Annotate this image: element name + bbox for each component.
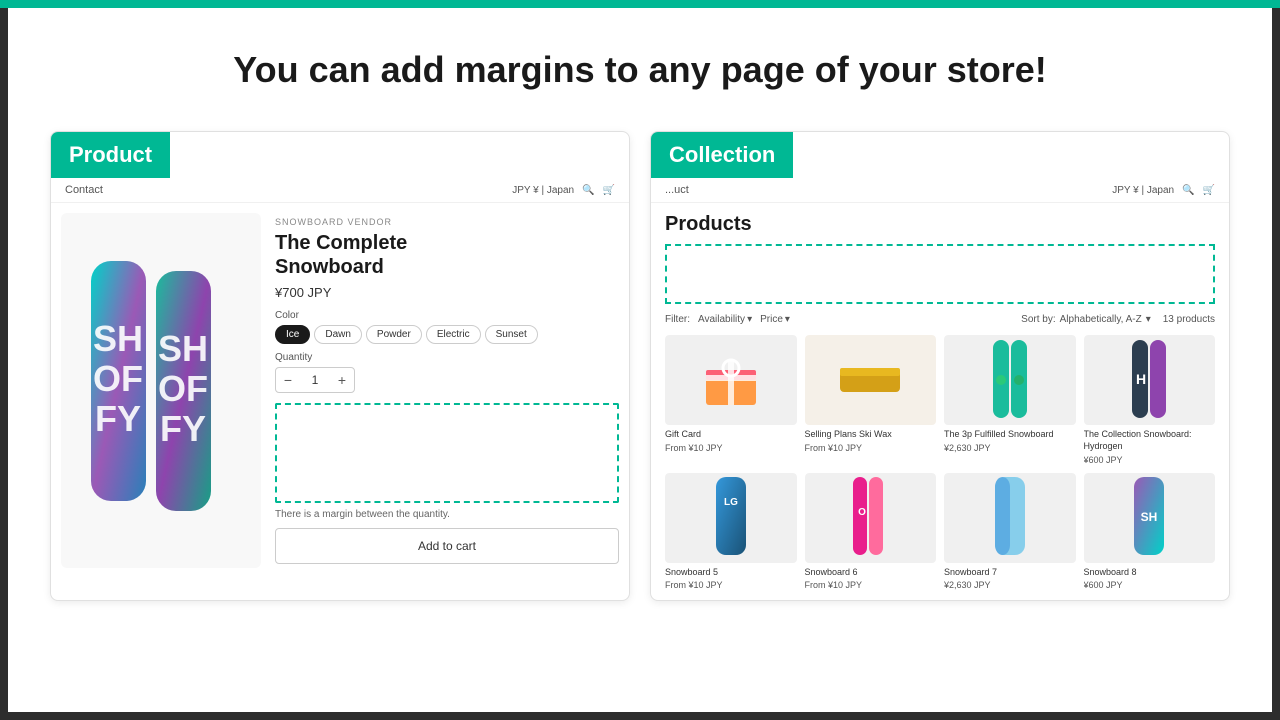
collection-title: Products	[665, 213, 1215, 236]
collection-filters: Filter: Availability ▾ Price ▾ Sort by: …	[665, 314, 1215, 325]
search-icon[interactable]: 🔍	[582, 185, 594, 196]
qty-control: − 1 +	[275, 367, 355, 393]
margin-note: There is a margin between the quantity.	[275, 509, 619, 520]
product-grid: Gift Card From ¥10 JPY Selling Plans Ski…	[665, 335, 1215, 590]
svg-text:OF: OF	[93, 358, 143, 399]
availability-chevron: ▾	[747, 314, 752, 325]
sort-group: Sort by: Alphabetically, A-Z ▾ 13 produc…	[1021, 314, 1215, 325]
collection-card: Collection ...uct JPY ¥ | Japan 🔍 🛒 Prod…	[650, 131, 1230, 601]
sb-blue-price: From ¥10 JPY	[665, 580, 797, 590]
sort-chevron: ▾	[1146, 314, 1151, 325]
color-electric[interactable]: Electric	[426, 325, 481, 344]
color-label: Color	[275, 310, 619, 321]
collection-nav: ...uct JPY ¥ | Japan 🔍 🛒	[651, 178, 1229, 203]
wax-img	[805, 335, 937, 425]
product-count: 13 products	[1163, 314, 1215, 325]
sb-light-img	[944, 473, 1076, 563]
product-image: SH OF FY SH OF FY	[76, 251, 246, 531]
grid-item-wax: Selling Plans Ski Wax From ¥10 JPY	[805, 335, 937, 464]
sort-value[interactable]: Alphabetically, A-Z	[1060, 314, 1142, 325]
color-dawn[interactable]: Dawn	[314, 325, 362, 344]
product-image-area: SH OF FY SH OF FY	[61, 213, 261, 568]
svg-text:SH: SH	[93, 318, 143, 359]
sort-label: Sort by:	[1021, 314, 1055, 325]
grid-item-sb-blue: LG Snowboard 5 From ¥10 JPY	[665, 473, 797, 591]
grid-item-sb-purple: SH Snowboard 8 ¥600 JPY	[1084, 473, 1216, 591]
availability-filter[interactable]: Availability ▾	[698, 314, 752, 325]
sb-green-name: The 3p Fulfilled Snowboard	[944, 429, 1076, 441]
collection-body: Products Filter: Availability ▾ Price ▾	[651, 203, 1229, 600]
nav-contact[interactable]: Contact	[65, 184, 103, 196]
product-badge: Product	[69, 142, 152, 167]
qty-label: Quantity	[275, 352, 619, 363]
sb-dark-name: The Collection Snowboard: Hydrogen	[1084, 429, 1216, 452]
collection-dashed-box	[665, 244, 1215, 304]
sb-pink-name: Snowboard 6	[805, 567, 937, 579]
product-card: Product Contact JPY ¥ | Japan 🔍 🛒	[50, 131, 630, 601]
gift-card-price: From ¥10 JPY	[665, 443, 797, 453]
grid-item-sb-light: Snowboard 7 ¥2,630 JPY	[944, 473, 1076, 591]
main-container: You can add margins to any page of your …	[8, 8, 1272, 712]
qty-value: 1	[300, 373, 330, 387]
add-to-cart-button[interactable]: Add to cart	[275, 528, 619, 564]
grid-item-sb-green: The 3p Fulfilled Snowboard ¥2,630 JPY	[944, 335, 1076, 464]
svg-text:LG: LG	[724, 497, 738, 508]
sb-light-price: ¥2,630 JPY	[944, 580, 1076, 590]
nav-currency[interactable]: JPY ¥ | Japan	[512, 185, 574, 196]
product-nav: Contact JPY ¥ | Japan 🔍 🛒	[51, 178, 629, 203]
vendor-label: SNOWBOARD VENDOR	[275, 217, 619, 227]
svg-text:O: O	[858, 507, 866, 518]
collection-nav-contact[interactable]: ...uct	[665, 184, 689, 196]
svg-text:FY: FY	[95, 398, 141, 439]
sb-blue-name: Snowboard 5	[665, 567, 797, 579]
product-price: ¥700 JPY	[275, 285, 619, 300]
price-chevron: ▾	[785, 314, 790, 325]
product-title: The Complete Snowboard	[275, 231, 619, 279]
sb-light-name: Snowboard 7	[944, 567, 1076, 579]
sb-purple-img: SH	[1084, 473, 1216, 563]
collection-search-icon[interactable]: 🔍	[1182, 185, 1194, 196]
svg-text:H: H	[1136, 371, 1146, 387]
sb-green-price: ¥2,630 JPY	[944, 443, 1076, 453]
page-headline: You can add margins to any page of your …	[233, 48, 1046, 91]
gift-card-name: Gift Card	[665, 429, 797, 441]
qty-decrease[interactable]: −	[276, 368, 300, 392]
sb-purple-price: ¥600 JPY	[1084, 580, 1216, 590]
svg-text:SH: SH	[1141, 510, 1158, 524]
color-sunset[interactable]: Sunset	[485, 325, 538, 344]
gift-card-img	[665, 335, 797, 425]
cart-icon[interactable]: 🛒	[603, 185, 615, 196]
sb-green-img	[944, 335, 1076, 425]
sb-dark-img: H	[1084, 335, 1216, 425]
sb-purple-name: Snowboard 8	[1084, 567, 1216, 579]
color-ice[interactable]: Ice	[275, 325, 310, 344]
price-filter[interactable]: Price ▾	[760, 314, 790, 325]
filter-label: Filter:	[665, 314, 690, 325]
svg-text:SH: SH	[158, 328, 208, 369]
product-body: SH OF FY SH OF FY SNOWBOARD VENDOR The C…	[51, 203, 629, 578]
collection-badge: Collection	[669, 142, 775, 167]
svg-text:OF: OF	[158, 368, 208, 409]
cards-row: Product Contact JPY ¥ | Japan 🔍 🛒	[50, 131, 1230, 601]
color-powder[interactable]: Powder	[366, 325, 422, 344]
sb-blue-img: LG	[665, 473, 797, 563]
margin-dashed-box	[275, 403, 619, 503]
color-options: Ice Dawn Powder Electric Sunset	[275, 325, 619, 344]
wax-name: Selling Plans Ski Wax	[805, 429, 937, 441]
sb-pink-price: From ¥10 JPY	[805, 580, 937, 590]
collection-cart-icon[interactable]: 🛒	[1203, 185, 1215, 196]
filter-group: Filter: Availability ▾ Price ▾	[665, 314, 790, 325]
sb-dark-price: ¥600 JPY	[1084, 455, 1216, 465]
collection-nav-currency[interactable]: JPY ¥ | Japan	[1112, 185, 1174, 196]
grid-item-gift: Gift Card From ¥10 JPY	[665, 335, 797, 464]
wax-price: From ¥10 JPY	[805, 443, 937, 453]
sb-pink-img: O	[805, 473, 937, 563]
qty-increase[interactable]: +	[330, 368, 354, 392]
svg-text:FY: FY	[160, 408, 206, 449]
top-bar	[0, 0, 1280, 8]
product-details: SNOWBOARD VENDOR The Complete Snowboard …	[275, 213, 619, 568]
grid-item-sb-pink: O Snowboard 6 From ¥10 JPY	[805, 473, 937, 591]
grid-item-sb-dark: H The Collection Snowboard: Hydrogen ¥60…	[1084, 335, 1216, 464]
